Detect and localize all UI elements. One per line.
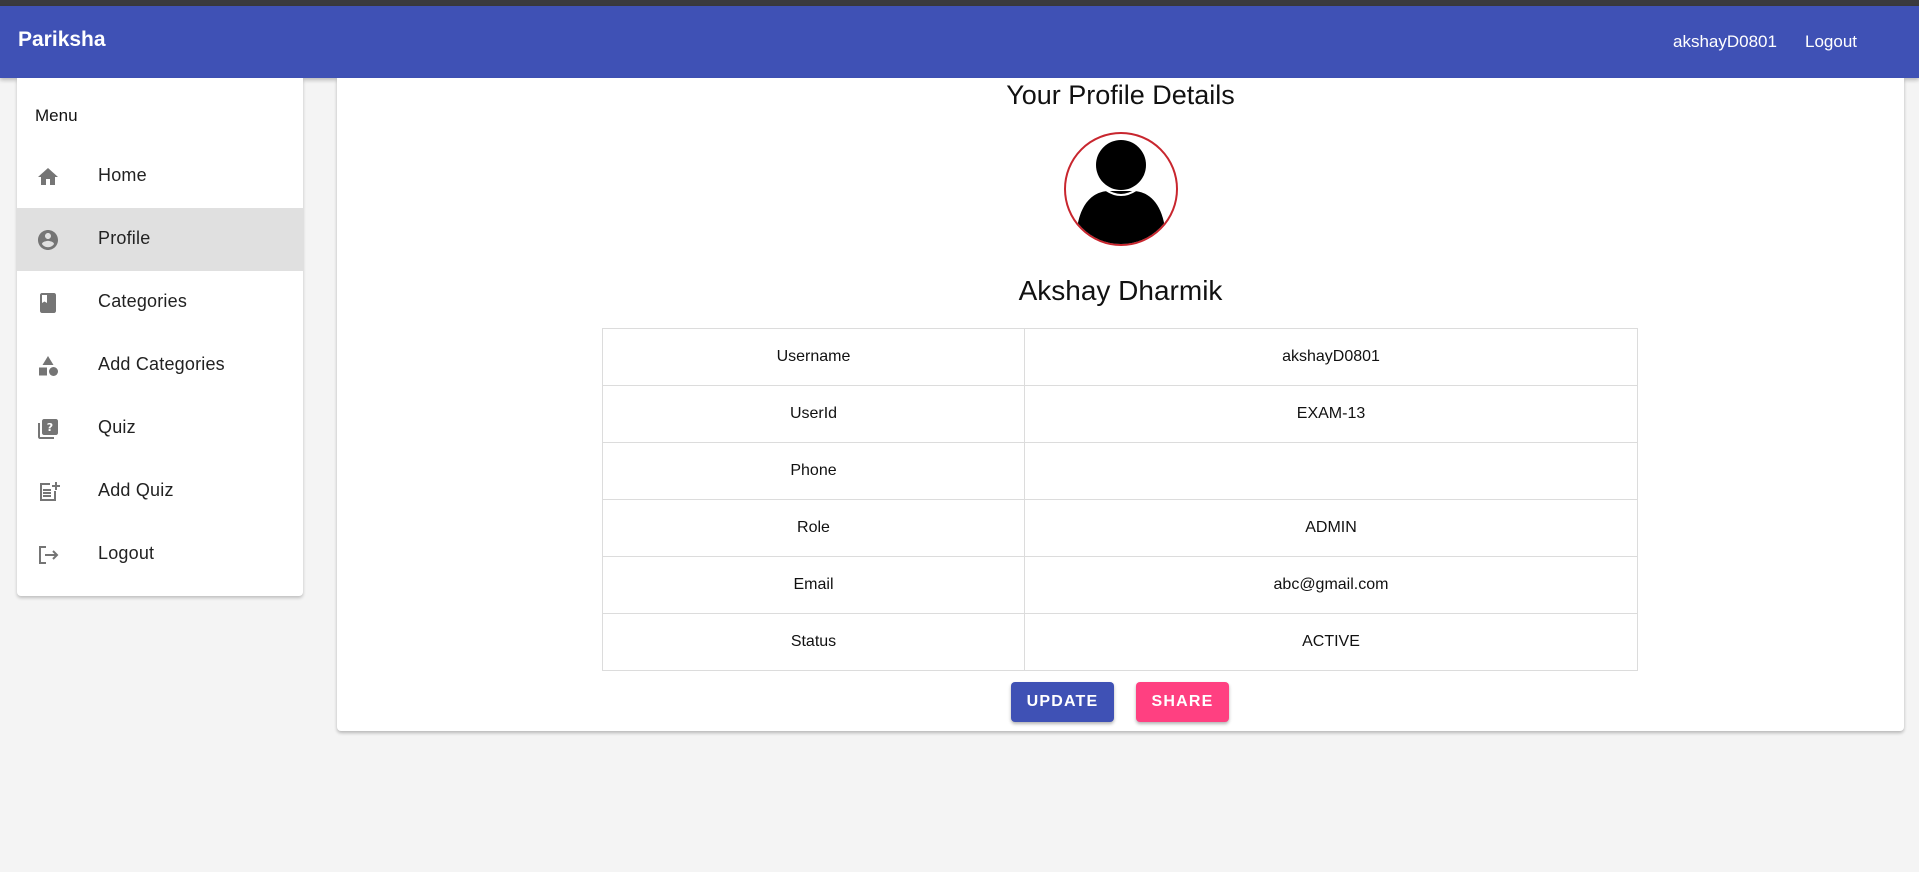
category-shapes-icon (39, 356, 58, 376)
profile-card: Your Profile Details Akshay Dharmik User… (337, 78, 1904, 731)
field-label: Role (602, 499, 1025, 557)
field-value: ADMIN (1024, 499, 1638, 557)
post-add-icon (40, 482, 60, 501)
account-circle-icon (38, 230, 58, 250)
sidebar-item-label: Add Quiz (98, 480, 174, 500)
sidebar-item-label: Logout (98, 543, 155, 563)
quiz-icon: ? (38, 419, 58, 439)
field-value: EXAM-13 (1024, 385, 1638, 443)
svg-text:?: ? (47, 421, 53, 434)
sidebar-item-add-quiz[interactable]: Add Quiz (17, 460, 303, 523)
profile-full-name: Akshay Dharmik (1018, 275, 1223, 306)
book-icon (40, 293, 56, 313)
menu-title: Menu (35, 106, 78, 125)
table-row: Phone (602, 442, 1638, 500)
field-label: Phone (602, 442, 1025, 500)
field-label: Email (602, 556, 1025, 614)
field-label: UserId (602, 385, 1025, 443)
profile-details-table: Username akshayD0801 UserId EXAM-13 Phon… (602, 328, 1638, 671)
table-row: Role ADMIN (602, 499, 1638, 557)
table-row: UserId EXAM-13 (602, 385, 1638, 443)
field-label: Username (602, 328, 1025, 386)
sidebar-item-quiz[interactable]: ? Quiz (17, 397, 303, 460)
field-value (1024, 442, 1638, 500)
sidebar-item-logout[interactable]: Logout (17, 523, 303, 586)
nav-logout-link[interactable]: Logout (1805, 32, 1857, 52)
sidebar-menu: Menu Home Profile Categories Add Categor… (17, 78, 303, 596)
logout-icon (39, 546, 59, 564)
share-button[interactable]: SHARE (1136, 682, 1229, 722)
user-silhouette-icon (1076, 140, 1166, 244)
top-navbar: Pariksha akshayD0801 Logout (0, 6, 1919, 78)
sidebar-item-home[interactable]: Home (17, 145, 303, 208)
table-row: Status ACTIVE (602, 613, 1638, 671)
sidebar-item-label: Profile (98, 228, 151, 248)
field-value: ACTIVE (1024, 613, 1638, 671)
table-row: Username akshayD0801 (602, 328, 1638, 386)
home-icon (38, 168, 58, 185)
field-label: Status (602, 613, 1025, 671)
page-title: Your Profile Details (1006, 80, 1235, 110)
sidebar-item-add-categories[interactable]: Add Categories (17, 334, 303, 397)
update-button[interactable]: UPDATE (1011, 682, 1114, 722)
table-row: Email abc@gmail.com (602, 556, 1638, 614)
sidebar-item-label: Add Categories (98, 354, 225, 374)
sidebar-item-categories[interactable]: Categories (17, 271, 303, 334)
sidebar-item-label: Home (98, 165, 147, 185)
field-value: akshayD0801 (1024, 328, 1638, 386)
avatar (1064, 132, 1178, 246)
sidebar-item-label: Quiz (98, 417, 136, 437)
field-value: abc@gmail.com (1024, 556, 1638, 614)
brand-logo[interactable]: Pariksha (18, 28, 106, 52)
nav-username-link[interactable]: akshayD0801 (1673, 32, 1777, 52)
sidebar-item-profile[interactable]: Profile (17, 208, 303, 271)
sidebar-item-label: Categories (98, 291, 188, 311)
